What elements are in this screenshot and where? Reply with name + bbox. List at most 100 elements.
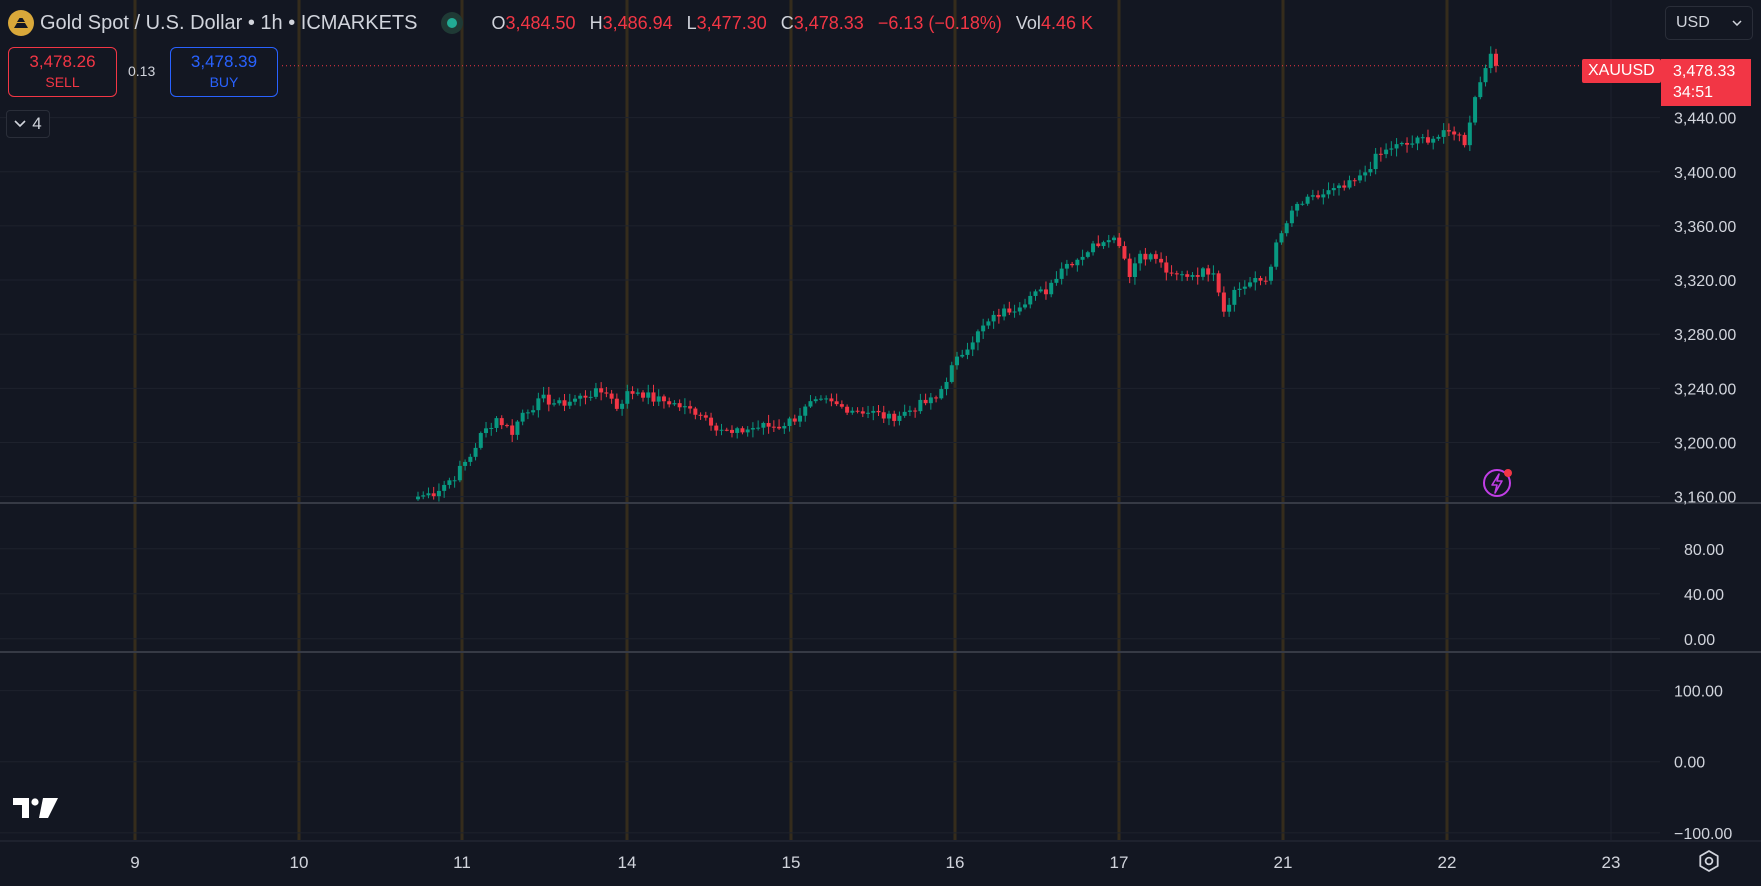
candle-body[interactable] [452,480,457,482]
candle-body[interactable] [855,410,860,412]
candle-body[interactable] [677,403,682,408]
currency-select[interactable]: USD [1665,6,1753,40]
candle-body[interactable] [688,406,693,409]
gold-coin-icon[interactable] [8,10,34,36]
candle-body[interactable] [866,412,871,414]
candle-body[interactable] [1164,262,1169,273]
candle-body[interactable] [651,392,656,402]
candle-body[interactable] [635,392,640,394]
candle-body[interactable] [1384,149,1389,155]
candle-body[interactable] [886,413,891,419]
candle-body[interactable] [1337,185,1342,189]
settings-icon[interactable] [1696,848,1722,874]
candle-body[interactable] [1405,142,1410,145]
candle-body[interactable] [1185,274,1190,277]
candle-body[interactable] [1138,253,1143,264]
candle-body[interactable] [1452,131,1457,135]
candle-body[interactable] [1227,304,1232,312]
candle-body[interactable] [599,388,604,393]
candle-body[interactable] [682,406,687,408]
candle-body[interactable] [1467,122,1472,146]
indicators-collapse-button[interactable]: 4 [6,110,50,138]
candle-body[interactable] [625,391,630,404]
candle-body[interactable] [1473,97,1478,123]
candle-body[interactable] [457,465,462,481]
candle-body[interactable] [1478,82,1483,98]
candle-body[interactable] [955,356,959,366]
candle-body[interactable] [729,429,734,433]
tradingview-logo-icon[interactable] [12,796,60,820]
candle-body[interactable] [1153,254,1158,259]
candle-body[interactable] [1446,130,1451,132]
candle-body[interactable] [1143,253,1148,260]
candle-body[interactable] [1106,240,1111,243]
candle-body[interactable] [667,401,672,405]
candle-body[interactable] [614,398,619,409]
candle-body[interactable] [750,428,755,430]
candle-body[interactable] [986,321,991,326]
candle-body[interactable] [520,412,525,422]
candle-body[interactable] [719,429,724,431]
candle-body[interactable] [473,447,478,457]
candle-body[interactable] [1415,137,1420,144]
candle-body[interactable] [1132,263,1137,277]
candle-body[interactable] [1111,237,1116,241]
candle-body[interactable] [1279,233,1284,243]
candle-body[interactable] [1441,130,1446,137]
candle-body[interactable] [981,325,986,332]
buy-button[interactable]: 3,478.39 BUY [170,47,278,97]
candle-body[interactable] [1483,68,1488,83]
candle-body[interactable] [1331,188,1336,191]
candle-body[interactable] [1295,203,1300,211]
candle-body[interactable] [1425,137,1430,143]
sell-button[interactable]: 3,478.26 SELL [8,47,117,97]
candle-body[interactable] [1070,263,1075,266]
candle-body[interactable] [661,396,666,402]
candle-body[interactable] [1216,273,1221,293]
candle-body[interactable] [902,411,907,416]
candle-body[interactable] [834,401,839,405]
candle-body[interactable] [499,418,504,426]
candle-body[interactable] [583,395,588,398]
candle-body[interactable] [1305,196,1310,204]
candle-body[interactable] [782,426,787,429]
candle-body[interactable] [709,417,714,426]
candle-body[interactable] [960,354,965,357]
candle-body[interactable] [562,400,567,406]
candle-body[interactable] [818,398,823,400]
candle-body[interactable] [1059,268,1064,279]
candle-body[interactable] [1007,308,1012,313]
candle-body[interactable] [567,401,572,406]
candle-body[interactable] [1399,142,1404,145]
candle-body[interactable] [1101,242,1106,247]
candle-body[interactable] [463,461,468,466]
candle-body[interactable] [792,418,797,422]
candle-body[interactable] [1195,275,1200,277]
candle-body[interactable] [1394,144,1399,149]
candle-body[interactable] [1038,289,1043,292]
candle-body[interactable] [923,399,928,404]
candle-body[interactable] [934,397,939,399]
candle-body[interactable] [609,393,614,399]
candle-body[interactable] [1268,266,1273,281]
candle-body[interactable] [1321,194,1326,198]
candle-body[interactable] [1200,268,1205,277]
candle-body[interactable] [536,398,541,411]
candle-body[interactable] [1457,134,1462,136]
candle-body[interactable] [525,412,530,414]
candle-body[interactable] [1462,134,1467,146]
candle-body[interactable] [1389,148,1394,150]
candle-body[interactable] [588,396,593,398]
symbol-title[interactable]: Gold Spot / U.S. Dollar • 1h • ICMARKETS [40,12,417,35]
candle-body[interactable] [1180,274,1185,276]
candle-body[interactable] [756,427,761,429]
candle-body[interactable] [1420,137,1425,139]
candle-body[interactable] [494,418,499,428]
candle-body[interactable] [546,394,551,405]
candle-body[interactable] [436,490,441,497]
candle-body[interactable] [918,399,923,412]
candle-body[interactable] [1342,185,1347,188]
candle-body[interactable] [876,410,881,413]
candle-body[interactable] [1263,280,1268,282]
candle-body[interactable] [1316,195,1321,198]
